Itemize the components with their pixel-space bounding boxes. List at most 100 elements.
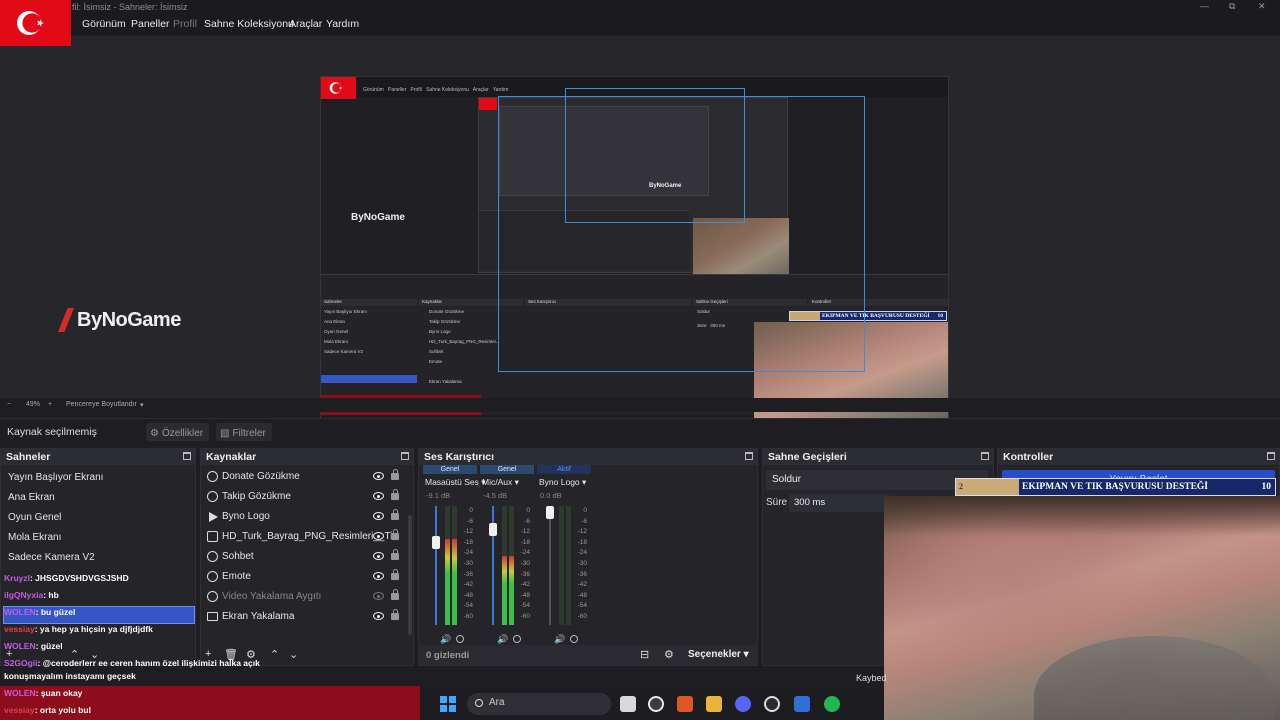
visibility-icon[interactable] (373, 532, 384, 540)
volume-meter (445, 506, 450, 625)
lock-icon[interactable] (391, 589, 399, 600)
zoom-in-icon[interactable]: + (48, 401, 52, 408)
lock-icon[interactable] (391, 569, 399, 580)
volume-slider-knob[interactable] (546, 506, 554, 519)
hidden-icon[interactable] (373, 592, 384, 600)
visibility-icon[interactable] (373, 552, 384, 560)
undock-icon[interactable] (183, 452, 191, 460)
source-item[interactable]: HD_Turk_Bayrag_PNG_Resimleri__Ti (201, 527, 411, 547)
close-icon[interactable]: ✕ (1258, 1, 1266, 12)
menu-docks[interactable]: Paneller (131, 18, 170, 30)
volume-slider-track[interactable] (435, 506, 437, 625)
lock-icon[interactable] (391, 509, 399, 520)
zoom-mode[interactable]: Pencereye Boyutlandır (66, 401, 137, 408)
chat-text: : hb (43, 590, 59, 600)
source-up-icon[interactable]: ⌃ (270, 648, 279, 661)
properties-button[interactable]: ⚙ Özellikler (146, 423, 210, 441)
scene-item[interactable]: Mola Ekranı (8, 532, 61, 543)
discord-icon[interactable] (735, 696, 751, 712)
undock-icon[interactable] (1267, 452, 1275, 460)
muted-speaker-icon[interactable]: 🔊 (554, 634, 565, 645)
zoom-out-icon[interactable]: − (7, 401, 11, 408)
menu-scene-collection[interactable]: Sahne Koleksiyonu (204, 18, 294, 30)
source-item[interactable]: Emote (201, 567, 411, 587)
speaker-icon[interactable]: 🔊 (497, 634, 508, 645)
source-label: Byno Logo (222, 511, 270, 522)
meter-scale: 0 -6 -12 -18 -24 -30 -36 -42 -48 -54 -60 (518, 506, 530, 623)
filters-label: Filtreler (232, 427, 266, 439)
menu-tools[interactable]: Araçlar (289, 18, 322, 30)
undock-icon[interactable] (745, 452, 753, 460)
channel-settings-icon[interactable] (570, 635, 578, 643)
file-explorer-icon[interactable] (706, 696, 722, 712)
lock-icon[interactable] (391, 489, 399, 500)
transitions-dock-header: Sahne Geçişleri (763, 449, 993, 465)
channel-volume-db: -4.5 dB (483, 491, 508, 500)
menu-view[interactable]: Görünüm (82, 18, 126, 30)
lock-icon[interactable] (391, 609, 399, 620)
source-item[interactable]: Sohbet (201, 547, 411, 567)
chat-message: ilgQNyxia: hb (4, 590, 59, 600)
minimize-icon[interactable]: — (1200, 1, 1209, 11)
menu-help[interactable]: Yardım (326, 18, 359, 30)
duration-input[interactable]: 300 ms (789, 494, 889, 512)
lock-icon[interactable] (391, 469, 399, 480)
canvas-source-4: HD_Turk_Bayrag_PNG_Resimler... (429, 339, 500, 344)
brave-icon[interactable] (677, 696, 693, 712)
volume-slider-knob[interactable] (432, 536, 440, 549)
layout-icon[interactable]: ⊟ (640, 648, 649, 661)
taskbar-search[interactable]: Ara (467, 693, 611, 715)
channel-settings-icon[interactable] (456, 635, 464, 643)
meter-tick: -30 (463, 559, 473, 567)
scenes-title: Sahneler (6, 451, 51, 463)
volume-meter (509, 506, 514, 625)
filters-button[interactable]: ▧ Filtreler (216, 423, 272, 441)
meter-tick: -48 (520, 591, 530, 599)
undock-icon[interactable] (981, 452, 989, 460)
canvas-ticker-number: 10 (937, 313, 944, 319)
undock-icon[interactable] (401, 452, 409, 460)
channel-name[interactable]: Byno Logo ▾ (539, 477, 586, 488)
chatgpt-icon[interactable] (648, 696, 664, 712)
source-item[interactable]: Byno Logo (201, 507, 411, 527)
scene-item[interactable]: Sadece Kamera V2 (8, 552, 95, 563)
canvas-menu: Görünüm Paneller Profil Sahne Koleksiyon… (363, 87, 509, 93)
source-item[interactable]: Donate Gözükme (201, 467, 411, 487)
volume-slider-track[interactable] (549, 506, 551, 625)
scene-item[interactable]: Oyun Genel (8, 512, 61, 523)
lock-icon[interactable] (391, 549, 399, 560)
visibility-icon[interactable] (373, 612, 384, 620)
source-item[interactable]: Takip Gözükme (201, 487, 411, 507)
source-down-icon[interactable]: ⌄ (289, 648, 298, 661)
channel-settings-icon[interactable] (513, 635, 521, 643)
volume-slider-knob[interactable] (489, 523, 497, 536)
nested-selection-box (565, 88, 745, 223)
spotify-icon[interactable] (824, 696, 840, 712)
speaker-icon[interactable]: 🔊 (440, 634, 451, 645)
zoom-dropdown-icon[interactable]: ▾ (140, 401, 144, 409)
app-icon[interactable] (794, 696, 810, 712)
visibility-icon[interactable] (373, 512, 384, 520)
visibility-icon[interactable] (373, 472, 384, 480)
channel-name[interactable]: Masaüstü Ses ▾ (425, 477, 486, 488)
task-view-icon[interactable] (620, 696, 636, 712)
source-item[interactable]: Ekran Yakalama (201, 607, 411, 627)
scene-item[interactable]: Yayın Başlıyor Ekranı (8, 472, 103, 483)
maximize-icon[interactable]: ⧉ (1229, 1, 1235, 12)
visibility-icon[interactable] (373, 572, 384, 580)
channel-name[interactable]: Mic/Aux ▾ (482, 477, 519, 488)
menu-profile[interactable]: Profil (173, 18, 197, 30)
obs-icon[interactable] (764, 696, 780, 712)
lock-icon[interactable] (391, 529, 399, 540)
sources-scrollbar[interactable] (408, 515, 412, 635)
sources-dock: Kaynaklar Donate Gözükme Takip Gözükme Byn… (200, 448, 414, 666)
mixer-channel: Aktif Byno Logo ▾ 0.0 dB 0 -6 -12 -18 -24 -30 -36… (537, 464, 591, 649)
source-item[interactable]: Video Yakalama Aygıtı (201, 587, 411, 607)
scene-item[interactable]: Ana Ekran (8, 492, 55, 503)
preview-area[interactable]: ByNoGame Görünüm Paneller Profil Sahne K… (0, 36, 1280, 431)
advanced-audio-icon[interactable]: ⚙ (664, 648, 674, 661)
options-button[interactable]: Seçenekler ▾ (688, 649, 749, 660)
windows-start-icon[interactable] (440, 696, 456, 712)
visibility-icon[interactable] (373, 492, 384, 500)
meter-tick: 0 (469, 507, 473, 514)
